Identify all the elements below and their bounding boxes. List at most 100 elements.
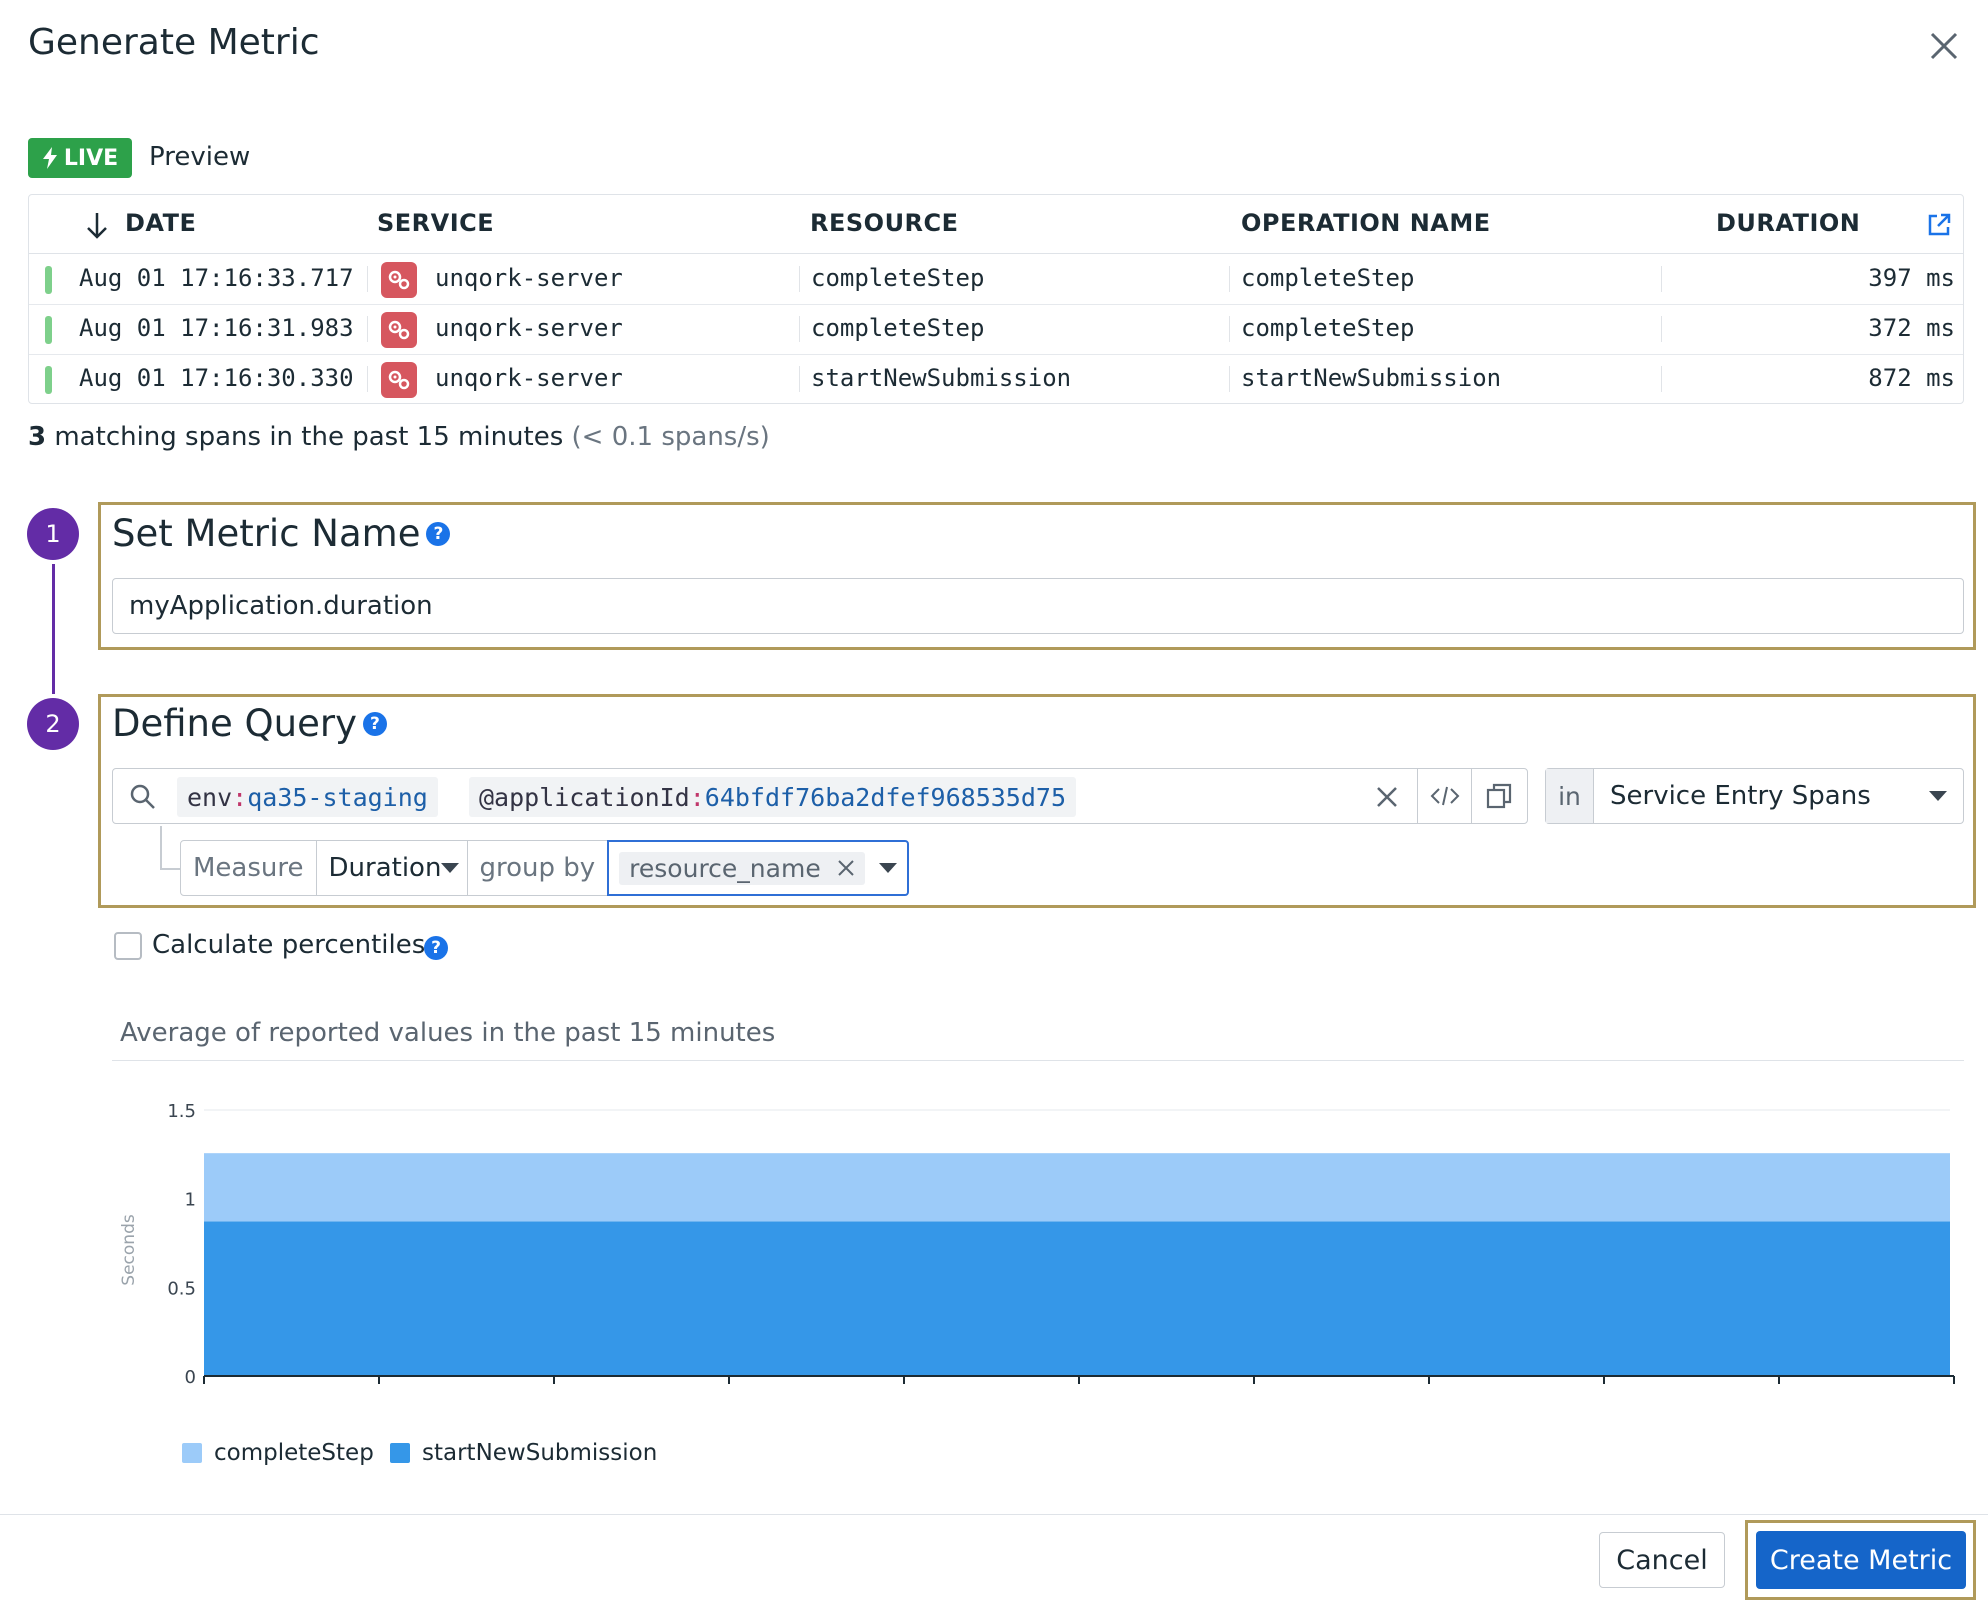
copy-button[interactable] xyxy=(1471,769,1525,823)
group-by-chip[interactable]: resource_name xyxy=(619,851,865,885)
step-connector xyxy=(52,564,55,694)
row-resource: completeStep xyxy=(811,314,985,342)
y-tick-label: 0.5 xyxy=(167,1278,196,1299)
column-header-duration[interactable]: DURATION xyxy=(1716,209,1860,237)
measure-row: Measure Duration group by resource_name xyxy=(180,840,909,896)
define-query-title-text: Define Query xyxy=(112,702,357,745)
legend-label: completeStep xyxy=(214,1440,374,1466)
chart-title: Average of reported values in the past 1… xyxy=(120,1018,776,1048)
summary-count: 3 xyxy=(28,422,47,452)
y-tick-label: 1.5 xyxy=(167,1101,196,1122)
matching-spans-summary: 3 matching spans in the past 15 minutes … xyxy=(28,422,770,452)
service-gears-icon xyxy=(381,312,417,348)
status-indicator xyxy=(45,316,52,344)
column-header-operation-name[interactable]: OPERATION NAME xyxy=(1241,209,1491,237)
cancel-button[interactable]: Cancel xyxy=(1599,1532,1725,1588)
row-date: Aug 01 17:16:31.983 xyxy=(79,314,354,342)
column-header-resource[interactable]: RESOURCE xyxy=(810,209,959,237)
in-label: in xyxy=(1546,769,1594,823)
tag-key: env xyxy=(187,782,233,812)
query-tag-application-id[interactable]: @applicationId:64bfdf76ba2dfef968535d75 xyxy=(469,777,1077,817)
service-gears-icon xyxy=(381,362,417,398)
area-completeStep xyxy=(204,1153,1950,1222)
clear-query-icon[interactable] xyxy=(1375,785,1399,809)
row-date: Aug 01 17:16:30.330 xyxy=(79,364,354,392)
row-service: unqork-server xyxy=(435,364,623,392)
tag-colon: : xyxy=(689,782,705,812)
code-icon xyxy=(1430,786,1459,806)
span-type-select[interactable]: in Service Entry Spans xyxy=(1545,768,1964,824)
search-query-input[interactable]: env: qa35-staging @applicationId:64bfdf76… xyxy=(112,768,1528,824)
table-row[interactable]: Aug 01 17:16:31.983 unqork-server comple… xyxy=(29,304,1963,354)
search-icon xyxy=(130,784,155,809)
help-icon[interactable]: ? xyxy=(426,521,451,546)
chevron-down-icon xyxy=(1929,791,1947,801)
measure-value: Duration xyxy=(328,853,442,883)
legend-label: startNewSubmission xyxy=(422,1440,658,1466)
calculate-percentiles-label: Calculate percentiles xyxy=(152,930,426,960)
metric-preview-chart: 0 0.5 1 1.5 Seconds xyxy=(119,1101,1955,1388)
help-icon[interactable]: ? xyxy=(362,711,387,736)
span-type-value: Service Entry Spans xyxy=(1610,781,1871,811)
row-operation: startNewSubmission xyxy=(1241,364,1502,392)
row-duration: 397 ms xyxy=(1868,264,1955,292)
chevron-down-icon xyxy=(441,863,460,873)
help-icon[interactable]: ? xyxy=(424,936,448,960)
service-gears-icon xyxy=(381,262,417,298)
remove-chip-icon[interactable] xyxy=(837,859,855,877)
y-tick-label: 0 xyxy=(185,1367,196,1388)
live-label: LIVE xyxy=(63,145,119,171)
area-startNewSubmission xyxy=(204,1221,1950,1376)
query-tree-connector xyxy=(160,826,182,870)
tag-colon: : xyxy=(232,782,248,812)
close-icon[interactable] xyxy=(1926,28,1962,64)
live-badge: LIVE xyxy=(28,138,132,178)
sort-arrow-down-icon[interactable] xyxy=(85,211,109,241)
copy-icon xyxy=(1486,783,1511,809)
row-operation: completeStep xyxy=(1241,314,1415,342)
metric-name-title: Set Metric Name ? xyxy=(112,512,451,555)
code-view-button[interactable] xyxy=(1417,769,1471,823)
table-row[interactable]: Aug 01 17:16:33.717 unqork-server comple… xyxy=(29,254,1963,304)
dialog-title: Generate Metric xyxy=(28,22,320,63)
row-resource: completeStep xyxy=(811,264,985,292)
table-row[interactable]: Aug 01 17:16:30.330 unqork-server startN… xyxy=(29,354,1963,404)
calculate-percentiles-checkbox[interactable] xyxy=(114,932,142,960)
column-header-service[interactable]: SERVICE xyxy=(377,209,494,237)
bolt-icon xyxy=(42,147,57,169)
spans-table: DATE SERVICE RESOURCE OPERATION NAME DUR… xyxy=(28,194,1964,404)
summary-rate: (< 0.1 spans/s) xyxy=(571,422,770,452)
summary-text: matching spans in the past 15 minutes xyxy=(46,422,572,452)
column-header-date[interactable]: DATE xyxy=(125,209,196,237)
step-1-badge: 1 xyxy=(27,508,79,560)
open-external-icon[interactable] xyxy=(1925,211,1953,239)
query-tag-env[interactable]: env: qa35-staging xyxy=(177,777,438,817)
y-tick-label: 1 xyxy=(185,1190,196,1211)
row-date: Aug 01 17:16:33.717 xyxy=(79,264,354,292)
row-service: unqork-server xyxy=(435,314,623,342)
tag-value: qa35-staging xyxy=(247,782,428,812)
measure-label: Measure xyxy=(180,840,317,896)
row-duration: 372 ms xyxy=(1868,314,1955,342)
step-2-badge: 2 xyxy=(27,698,79,750)
metric-name-input[interactable]: myApplication.duration xyxy=(112,578,1964,634)
legend-item-start-new-submission[interactable]: startNewSubmission xyxy=(390,1440,657,1466)
group-by-select[interactable]: resource_name xyxy=(607,840,909,896)
row-resource: startNewSubmission xyxy=(811,364,1072,392)
legend-swatch xyxy=(390,1443,410,1463)
measure-select[interactable]: Duration xyxy=(315,840,468,896)
legend-item-complete-step[interactable]: completeStep xyxy=(182,1440,374,1466)
row-operation: completeStep xyxy=(1241,264,1415,292)
status-indicator xyxy=(45,266,52,294)
status-indicator xyxy=(45,366,52,394)
define-query-title: Define Query ? xyxy=(112,702,387,745)
tag-key: @applicationId xyxy=(479,782,690,812)
legend-swatch xyxy=(182,1443,202,1463)
group-by-value: resource_name xyxy=(629,853,821,883)
metric-name-title-text: Set Metric Name xyxy=(112,512,421,555)
create-metric-button[interactable]: Create Metric xyxy=(1756,1531,1966,1589)
preview-label: Preview xyxy=(149,142,251,172)
group-by-label: group by xyxy=(466,840,609,896)
row-service: unqork-server xyxy=(435,264,623,292)
y-axis-label: Seconds xyxy=(119,1214,139,1286)
